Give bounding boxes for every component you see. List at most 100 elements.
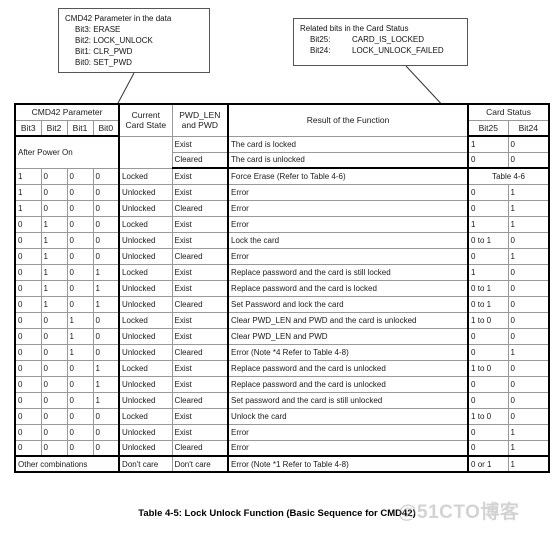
header-bit24: Bit24 [507,119,550,137]
cell-bit25: 1 [467,135,509,153]
cell-bit1: 0 [66,279,94,297]
cell-bit3: 0 [14,231,42,249]
cell-bit2: 0 [40,343,68,361]
cell-bit1: 0 [66,375,94,393]
header-bit3: Bit3 [14,119,42,137]
callout-card-status: Related bits in the Card Status Bit25: CA… [293,18,468,66]
cell-bit0: 0 [92,215,120,233]
table-row: 1 0 0 0 Unlocked Cleared Error 0 1 [14,199,550,217]
cell-bit3: 0 [14,439,42,457]
table-row: 0 1 0 1 Locked Exist Replace password an… [14,263,550,281]
callout-cmd42-line-2: Bit1: CLR_PWD [65,46,203,57]
cell-current-card-state: Unlocked [118,439,173,457]
cell-bit24: 0 [507,263,550,281]
cell-bit0: 1 [92,391,120,409]
cell-bit1: 0 [66,167,94,185]
header-current-card-state-line2: Card State [125,120,167,131]
cell-current-card-state: Unlocked [118,423,173,441]
cell-result: Clear PWD_LEN and PWD [227,327,470,345]
callout-card-status-line-0: Bit25: CARD_IS_LOCKED [300,34,461,45]
cell-bit25: 0 or 1 [467,455,509,473]
cell-bit0: 1 [92,263,120,281]
table-row: 0 0 0 1 Locked Exist Replace password an… [14,359,550,377]
cell-result: Error [227,199,470,217]
table-row: 0 0 1 0 Locked Exist Clear PWD_LEN and P… [14,311,550,329]
cell-bit3: 0 [14,215,42,233]
cell-pwd-len: Exist [171,359,229,377]
cell-bit25: 0 [467,439,509,457]
cell-bit24: 1 [507,343,550,361]
cell-bit3: 0 [14,343,42,361]
cell-bit2: 1 [40,231,68,249]
cell-pwd-len: Exist [171,135,229,153]
cell-result: Replace password and the card is unlocke… [227,359,470,377]
cell-bit25: 0 [467,423,509,441]
cell-bit1: 0 [66,247,94,265]
table-row: 0 0 0 1 Unlocked Cleared Set password an… [14,391,550,409]
header-bit25: Bit25 [467,119,509,137]
cell-bit24: 0 [507,407,550,425]
cell-bit24: 1 [507,423,550,441]
cell-bit25: 0 [467,199,509,217]
cell-bit0: 1 [92,375,120,393]
cell-bit0: 0 [92,199,120,217]
cell-bit1: 0 [66,439,94,457]
cell-bit0: 0 [92,247,120,265]
cell-after-power-on: After Power On [14,135,120,169]
table-row: 0 0 0 0 Locked Exist Unlock the card 1 t… [14,407,550,425]
cell-bit0: 0 [92,439,120,457]
cell-card-status-merged: Table 4-6 [467,167,550,185]
cell-bit2: 0 [40,359,68,377]
cell-bit24: 0 [507,295,550,313]
cell-bit25: 0 [467,327,509,345]
cell-bit25: 0 [467,247,509,265]
cell-bit1: 1 [66,327,94,345]
header-pwd-len-line2: and PWD [181,120,218,131]
header-current-card-state-line1: Current [131,110,160,121]
cell-bit3: 1 [14,167,42,185]
cell-bit2: 0 [40,183,68,201]
cell-pwd-len: Exist [171,167,229,185]
callout-card-status-bit-0: Bit25: [310,35,331,44]
cell-bit0: 0 [92,183,120,201]
cell-result: Error [227,423,470,441]
cell-bit1: 1 [66,343,94,361]
header-pwd-len-line1: PWD_LEN [179,110,221,121]
cell-bit24: 1 [507,215,550,233]
cell-pwd-len: Exist [171,407,229,425]
cell-bit3: 1 [14,199,42,217]
cell-bit2: 1 [40,279,68,297]
callout-card-status-bit-1: Bit24: [310,46,331,55]
cell-result: Set password and the card is still unloc… [227,391,470,409]
cell-bit1: 0 [66,263,94,281]
cell-bit24: 1 [507,183,550,201]
callout-cmd42-value-0: ERASE [93,25,121,34]
cell-bit3: 0 [14,311,42,329]
cell-pwd-len: Cleared [171,247,229,265]
callout-cmd42-line-1: Bit2: LOCK_UNLOCK [65,35,203,46]
cell-current-card-state: Unlocked [118,183,173,201]
cell-bit25: 1 to 0 [467,311,509,329]
cell-bit2: 0 [40,167,68,185]
cell-current-card-state: Unlocked [118,247,173,265]
cell-bit24: 1 [507,247,550,265]
cell-other-combinations: Other combinations [14,455,120,473]
cell-bit2: 1 [40,215,68,233]
cell-bit1: 0 [66,423,94,441]
table-row: 0 0 1 0 Unlocked Cleared Error (Note *4 … [14,343,550,361]
cell-pwd-len: Exist [171,375,229,393]
cell-current-card-state: Unlocked [118,391,173,409]
cell-pwd-len: Exist [171,215,229,233]
cell-result: Set Password and lock the card [227,295,470,313]
table-row: 1 0 0 0 Locked Exist Force Erase (Refer … [14,167,550,185]
table-row: 0 0 0 0 Unlocked Cleared Error 0 1 [14,439,550,457]
cell-current-card-state [118,135,173,169]
cell-result: Replace password and the card is unlocke… [227,375,470,393]
cell-bit25: 0 [467,151,509,169]
cell-bit1: 0 [66,183,94,201]
cell-result: Error [227,247,470,265]
cell-bit1: 0 [66,215,94,233]
cell-result: The card is locked [227,135,470,153]
cell-current-card-state: Unlocked [118,199,173,217]
cell-bit25: 0 to 1 [467,231,509,249]
